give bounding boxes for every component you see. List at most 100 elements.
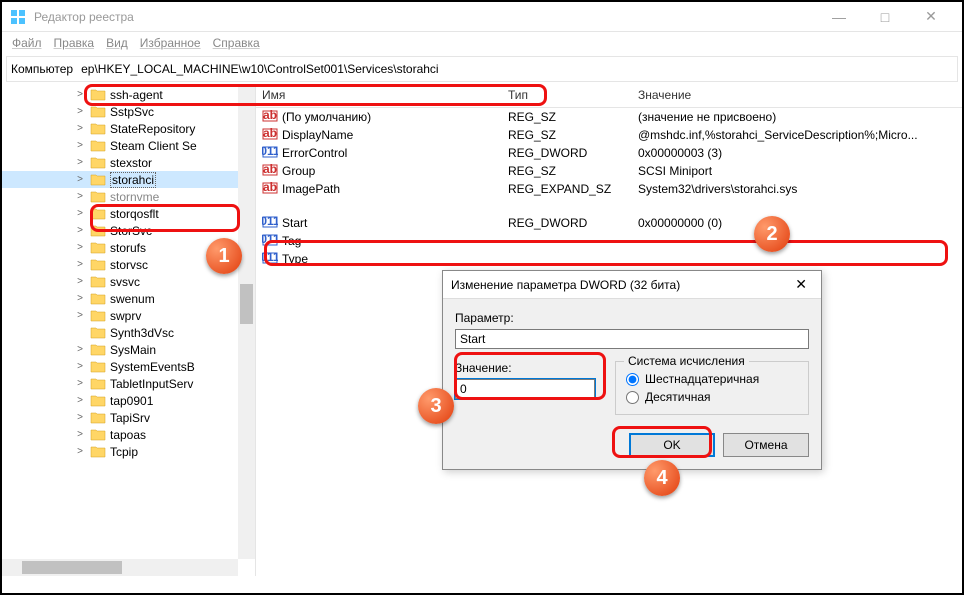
value-data: (значение не присвоено) [632,110,962,124]
svg-text:011: 011 [262,250,278,264]
callout-number-1: 1 [206,238,242,274]
address-label: Компьютер [7,62,77,76]
close-button[interactable]: ✕ [908,2,954,32]
expand-icon[interactable]: > [74,395,86,406]
expand-icon[interactable]: > [74,89,86,100]
menu-favorites[interactable]: Избранное [134,34,207,52]
address-bar: Компьютер ер\HKEY_LOCAL_MACHINE\w10\Cont… [6,56,958,82]
column-value[interactable]: Значение [632,84,962,107]
tree-item-storahci[interactable]: >storahci [2,171,255,188]
minimize-button[interactable]: — [816,2,862,32]
column-name[interactable]: Имя [256,84,502,107]
expand-icon[interactable]: > [74,140,86,151]
tree-item-synth3dvsc[interactable]: Synth3dVsc [2,324,255,341]
tree-item-systemeventsb[interactable]: >SystemEventsB [2,358,255,375]
expand-icon[interactable]: > [74,378,86,389]
value-label: Значение: [455,361,595,375]
tree-item-tapoas[interactable]: >tapoas [2,426,255,443]
value-row[interactable]: abImagePathREG_EXPAND_SZSystem32\drivers… [256,180,962,198]
value-name: Group [282,164,315,178]
svg-text:011: 011 [262,144,278,158]
value-row[interactable]: abGroupREG_SZSCSI Miniport [256,162,962,180]
value-type: REG_SZ [502,128,632,142]
expand-icon[interactable]: > [74,259,86,270]
value-data: @mshdc.inf,%storahci_ServiceDescription%… [632,128,962,142]
dialog-close-button[interactable]: ✕ [789,276,813,293]
value-row[interactable]: 011ErrorControlREG_DWORD0x00000003 (3) [256,144,962,162]
expand-icon[interactable]: > [74,310,86,321]
tree-item-label: tap0901 [110,394,153,408]
tree-item-steam-client-se[interactable]: >Steam Client Se [2,137,255,154]
expand-icon[interactable]: > [74,123,86,134]
menu-view[interactable]: Вид [100,34,134,52]
expand-icon[interactable]: > [74,344,86,355]
expand-icon[interactable]: > [74,208,86,219]
tree-view[interactable]: >ssh-agent>SstpSvc>StateRepository>Steam… [2,84,256,576]
expand-icon[interactable]: > [74,429,86,440]
window-title: Редактор реестра [34,10,816,24]
value-row[interactable]: abDisplayNameREG_SZ@mshdc.inf,%storahci_… [256,126,962,144]
expand-icon[interactable]: > [74,276,86,287]
radix-dec-row[interactable]: Десятичная [626,390,798,404]
tree-item-storsvc[interactable]: >StorSvc [2,222,255,239]
string-value-icon: ab [262,162,282,181]
svg-text:ab: ab [263,108,277,122]
expand-icon[interactable]: > [74,293,86,304]
expand-icon[interactable]: > [74,225,86,236]
dialog-title: Изменение параметра DWORD (32 бита) [451,278,789,292]
expand-icon[interactable]: > [74,412,86,423]
tree-item-label: storqosflt [110,207,159,221]
tree-item-sstpsvc[interactable]: >SstpSvc [2,103,255,120]
tree-item-label: TabletInputServ [110,377,193,391]
expand-icon[interactable]: > [74,446,86,457]
tree-item-staterepository[interactable]: >StateRepository [2,120,255,137]
expand-icon[interactable]: > [74,361,86,372]
value-row[interactable]: 011Tag [256,232,962,250]
ok-button[interactable]: OK [629,433,715,457]
tree-item-stexstor[interactable]: >stexstor [2,154,255,171]
tree-scrollbar-horizontal[interactable] [2,559,238,576]
menu-help[interactable]: Справка [207,34,266,52]
tree-scrollbar-vertical[interactable] [238,84,255,559]
tree-item-label: storvsc [110,258,148,272]
tree-item-tcpip[interactable]: >Tcpip [2,443,255,460]
address-path[interactable]: ер\HKEY_LOCAL_MACHINE\w10\ControlSet001\… [77,60,957,78]
tree-item-label: TapiSrv [110,411,150,425]
column-type[interactable]: Тип [502,84,632,107]
value-row[interactable]: 011Type [256,250,962,268]
menu-file[interactable]: Файл [6,34,48,52]
value-data: 0x00000003 (3) [632,146,962,160]
tree-item-tap0901[interactable]: > tap0901 [2,392,255,409]
expand-icon[interactable]: > [74,174,86,185]
tree-item-tapisrv[interactable]: > TapiSrv [2,409,255,426]
regedit-icon [10,9,26,25]
radix-dec-label: Десятичная [645,390,711,404]
expand-icon[interactable]: > [74,242,86,253]
cancel-button[interactable]: Отмена [723,433,809,457]
maximize-button[interactable]: □ [862,2,908,32]
expand-icon[interactable]: > [74,157,86,168]
menu-edit[interactable]: Правка [48,34,101,52]
value-row[interactable]: ab(По умолчанию)REG_SZ(значение не присв… [256,108,962,126]
svg-text:ab: ab [263,162,277,176]
tree-item-svsvc[interactable]: >svsvc [2,273,255,290]
tree-item-label: stornvme [110,190,159,204]
tree-item-swprv[interactable]: >swprv [2,307,255,324]
svg-text:ab: ab [263,126,277,140]
svg-text:011: 011 [262,232,278,246]
tree-item-swenum[interactable]: >swenum [2,290,255,307]
tree-item-tabletinputserv[interactable]: > TabletInputServ [2,375,255,392]
expand-icon[interactable]: > [74,106,86,117]
value-row[interactable]: 011StartREG_DWORD0x00000000 (0) [256,214,962,232]
tree-item-ssh-agent[interactable]: >ssh-agent [2,86,255,103]
expand-icon[interactable]: > [74,191,86,202]
tree-item-storqosflt[interactable]: > storqosflt [2,205,255,222]
radix-dec-radio[interactable] [626,391,639,404]
tree-item-stornvme[interactable]: > stornvme [2,188,255,205]
binary-value-icon: 011 [262,232,282,251]
value-input[interactable] [455,379,595,399]
radix-hex-radio[interactable] [626,373,639,386]
tree-item-sysmain[interactable]: >SysMain [2,341,255,358]
callout-number-2: 2 [754,216,790,252]
radix-hex-row[interactable]: Шестнадцатеричная [626,372,798,386]
